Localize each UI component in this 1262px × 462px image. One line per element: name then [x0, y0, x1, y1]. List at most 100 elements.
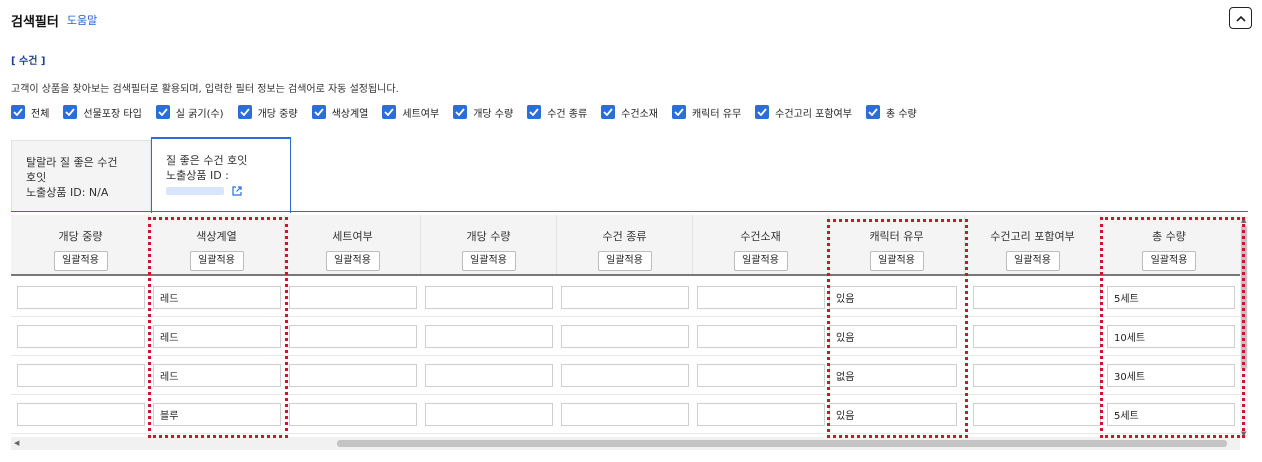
table-row: [11, 317, 1243, 356]
column-label: 개당 수량: [466, 230, 511, 243]
bulk-apply-button[interactable]: 일괄적용: [325, 251, 380, 271]
cell-input[interactable]: [153, 403, 281, 426]
cell-input[interactable]: [561, 325, 689, 348]
cell-input[interactable]: [1107, 286, 1235, 309]
cell-input[interactable]: [153, 286, 281, 309]
cell-input[interactable]: [17, 364, 145, 387]
horizontal-scrollbar[interactable]: ◀: [11, 437, 1240, 450]
bulk-apply-button[interactable]: 일괄적용: [189, 251, 244, 271]
checkbox-checked-icon: [382, 105, 397, 119]
filter-checkbox-material[interactable]: 수건소재: [601, 105, 658, 120]
filter-checkbox-label: 캐릭터 유무: [691, 108, 742, 120]
cell-input[interactable]: [153, 325, 281, 348]
cell-input[interactable]: [561, 403, 689, 426]
cell-input[interactable]: [829, 364, 957, 387]
filter-checkbox-label: 수건소재: [621, 108, 658, 120]
column-label: 총 수량: [1152, 230, 1186, 243]
vertical-scroll-thumb[interactable]: [1241, 225, 1247, 370]
vertical-scrollbar[interactable]: ▲ ▼: [1240, 216, 1248, 438]
cell-input[interactable]: [561, 364, 689, 387]
cell-input[interactable]: [697, 364, 825, 387]
cell-input[interactable]: [153, 364, 281, 387]
column-header: 색상계열일괄적용: [149, 215, 285, 274]
column-header: 수건 종류일괄적용: [557, 215, 693, 274]
scroll-down-arrow-icon[interactable]: ▼: [1241, 430, 1246, 438]
cell-input[interactable]: [697, 286, 825, 309]
chevron-up-icon: [1235, 15, 1246, 22]
horizontal-scroll-thumb[interactable]: [337, 440, 1227, 447]
tab-product-2[interactable]: 질 좋은 수건 호잇 노출상품 ID :: [151, 137, 291, 213]
cell-input[interactable]: [1107, 325, 1235, 348]
column-label: 수건 종류: [602, 230, 647, 243]
column-label: 캐릭터 유무: [869, 230, 924, 243]
filter-checkbox-label: 개당 중량: [257, 108, 298, 120]
scroll-up-arrow-icon[interactable]: ▲: [1241, 216, 1246, 224]
checkbox-checked-icon: [755, 105, 770, 119]
filter-checkbox-towel-type[interactable]: 수건 종류: [527, 105, 587, 120]
bulk-apply-button[interactable]: 일괄적용: [733, 251, 788, 271]
cell-input[interactable]: [973, 403, 1101, 426]
cell-input[interactable]: [17, 325, 145, 348]
cell-input[interactable]: [829, 325, 957, 348]
cell-input[interactable]: [697, 403, 825, 426]
cell-input[interactable]: [289, 403, 417, 426]
cell-input[interactable]: [17, 403, 145, 426]
filter-checkbox-unit-weight[interactable]: 개당 중량: [237, 105, 298, 120]
collapse-button[interactable]: [1229, 7, 1252, 29]
cell-input[interactable]: [829, 286, 957, 309]
bulk-apply-button[interactable]: 일괄적용: [1142, 251, 1196, 271]
filter-checkbox-unit-quantity[interactable]: 개당 수량: [453, 105, 513, 120]
cell-input[interactable]: [829, 403, 957, 426]
filter-checkbox-label: 실 굵기(수): [175, 108, 224, 120]
cell-input[interactable]: [17, 286, 145, 309]
scroll-left-arrow-icon[interactable]: ◀: [14, 439, 19, 447]
cell-input[interactable]: [973, 325, 1101, 348]
filter-checkbox-color[interactable]: 색상계열: [311, 105, 368, 120]
tab-product-1[interactable]: 탈랄라 질 좋은 수건 호잇 노출상품 ID: N/A: [11, 140, 151, 212]
bulk-apply-button[interactable]: 일괄적용: [869, 251, 924, 271]
cell-input[interactable]: [561, 286, 689, 309]
cell-input[interactable]: [425, 364, 553, 387]
cell-input[interactable]: [697, 325, 825, 348]
external-link-icon[interactable]: [231, 186, 242, 196]
table-row: [11, 278, 1243, 317]
filter-header: 검색필터 도움말: [11, 9, 97, 31]
cell-input[interactable]: [289, 325, 417, 348]
cell-input[interactable]: [425, 403, 553, 426]
column-header: 수건고리 포함여부 일괄적용: [965, 215, 1101, 274]
cell-input[interactable]: [425, 286, 553, 309]
column-label: 색상계열: [196, 230, 237, 243]
filter-checkbox-total-quantity[interactable]: 총 수량: [865, 105, 917, 120]
filter-checkbox-label: 수건고리 포함여부: [775, 108, 852, 120]
filter-checkbox-label: 개당 수량: [473, 108, 514, 120]
cell-input[interactable]: [425, 325, 553, 348]
column-label: 세트여부: [332, 230, 373, 243]
bulk-apply-button[interactable]: 일괄적용: [461, 251, 516, 271]
bulk-apply-button[interactable]: 일괄적용: [53, 251, 108, 271]
filter-checkboxes: 전체 선물포장 타입 실 굵기(수) 개당 중량 색상계열 세트여부 개당 수량…: [11, 104, 931, 120]
bulk-apply-button[interactable]: 일괄적용: [597, 251, 652, 271]
filter-checkbox-loop[interactable]: 수건고리 포함여부: [755, 105, 852, 120]
filter-checkbox-gift-wrap[interactable]: 선물포장 타입: [63, 105, 142, 120]
table-row: [11, 395, 1243, 434]
bulk-apply-button[interactable]: 일괄적용: [1005, 251, 1060, 271]
checkbox-checked-icon: [671, 105, 686, 119]
cell-input[interactable]: [289, 364, 417, 387]
filter-checkbox-set[interactable]: 세트여부: [382, 105, 439, 120]
column-header: 개당 중량 일괄적용: [13, 215, 149, 274]
cell-input[interactable]: [1107, 364, 1235, 387]
tab-underline: [11, 211, 1248, 212]
filter-checkbox-all[interactable]: 전체: [11, 105, 49, 120]
tab-product-id-label: 노출상품 ID :: [166, 169, 229, 182]
checkbox-checked-icon: [865, 105, 880, 119]
filter-checkbox-thread[interactable]: 실 굵기(수): [155, 105, 224, 120]
cell-input[interactable]: [973, 286, 1101, 309]
filter-checkbox-character[interactable]: 캐릭터 유무: [671, 105, 742, 120]
checkbox-checked-icon: [237, 105, 252, 119]
cell-input[interactable]: [1107, 403, 1235, 426]
help-link[interactable]: 도움말: [67, 12, 97, 28]
cell-input[interactable]: [973, 364, 1101, 387]
column-header: 세트여부일괄적용: [285, 215, 421, 274]
cell-input[interactable]: [289, 286, 417, 309]
filter-checkbox-label: 전체: [31, 108, 50, 120]
